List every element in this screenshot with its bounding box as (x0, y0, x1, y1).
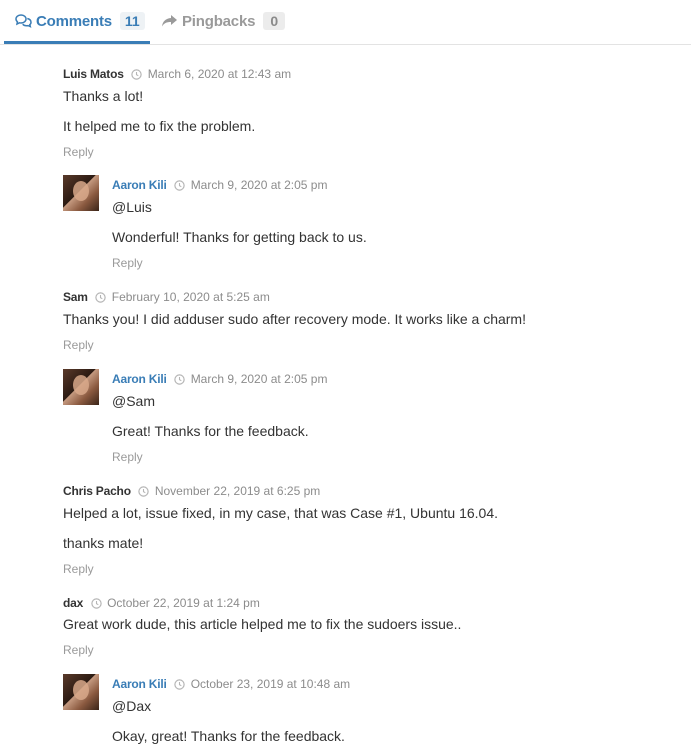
tab-pingbacks-label: Pingbacks (182, 12, 256, 30)
clock-icon (131, 68, 143, 80)
comment-meta: Aaron Kili March 9, 2020 at 2:05 pm (112, 177, 672, 193)
comment-meta: Aaron Kili March 9, 2020 at 2:05 pm (112, 371, 672, 387)
clock-icon (174, 678, 186, 690)
comment-date[interactable]: February 10, 2020 at 5:25 am (112, 290, 270, 304)
comment-date[interactable]: October 22, 2019 at 1:24 pm (107, 596, 260, 610)
comment-text: Thanks you! I did adduser sudo after rec… (63, 311, 526, 327)
comment-text: @Dax (112, 698, 152, 714)
comment-item: dax October 22, 2019 at 1:24 pm Great wo… (63, 595, 461, 657)
pingbacks-count-badge: 0 (263, 12, 286, 30)
comment-date[interactable]: November 22, 2019 at 6:25 pm (155, 484, 320, 498)
comment-text: @Sam (112, 393, 155, 409)
comment-meta: Luis Matos March 6, 2020 at 12:43 am (63, 66, 291, 82)
clock-icon (90, 597, 102, 609)
comment-item: Sam February 10, 2020 at 5:25 am Thanks … (63, 289, 526, 352)
comment-text: Wonderful! Thanks for getting back to us… (112, 229, 367, 245)
tab-pingbacks[interactable]: Pingbacks 0 (160, 8, 286, 34)
tab-comments-label: Comments (36, 12, 112, 30)
comment-author[interactable]: Aaron Kili (112, 677, 167, 691)
comment-text: thanks mate! (63, 535, 144, 551)
comment-date[interactable]: March 9, 2020 at 2:05 pm (191, 372, 328, 386)
share-arrow-icon (160, 13, 178, 29)
comment-text: Okay, great! Thanks for the feedback. (112, 728, 345, 744)
clock-icon (138, 485, 150, 497)
comment-date[interactable]: March 9, 2020 at 2:05 pm (191, 178, 328, 192)
comment-author[interactable]: dax (63, 596, 83, 610)
comment-meta: Aaron Kili October 23, 2019 at 10:48 am (112, 676, 672, 692)
reply-link[interactable]: Reply (112, 256, 143, 270)
clock-icon (174, 179, 186, 191)
comment-tabs: Comments 11 Pingbacks 0 (0, 0, 691, 45)
comment-author[interactable]: Sam (63, 290, 88, 304)
comment-text: Great work dude, this article helped me … (63, 616, 462, 632)
avatar[interactable] (63, 369, 99, 405)
comment-meta: dax October 22, 2019 at 1:24 pm (63, 595, 260, 611)
comment-meta: Sam February 10, 2020 at 5:25 am (63, 289, 270, 305)
comment-text: Thanks a lot! (63, 88, 144, 104)
avatar[interactable] (63, 175, 99, 211)
comment-date[interactable]: March 6, 2020 at 12:43 am (148, 67, 291, 81)
comment-text: Great! Thanks for the feedback. (112, 423, 309, 439)
reply-link[interactable]: Reply (63, 338, 94, 352)
comment-text: Helped a lot, issue fixed, in my case, t… (63, 505, 499, 521)
comment-item: Chris Pacho November 22, 2019 at 6:25 pm… (63, 483, 498, 576)
comments-icon (14, 13, 32, 29)
comment-date[interactable]: October 23, 2019 at 10:48 am (191, 677, 350, 691)
comment-meta: Chris Pacho November 22, 2019 at 6:25 pm (63, 483, 320, 499)
comments-count-badge: 11 (119, 12, 145, 30)
active-tab-indicator (4, 41, 150, 44)
comment-item: Luis Matos March 6, 2020 at 12:43 am Tha… (63, 66, 291, 159)
clock-icon (95, 291, 107, 303)
tab-comments[interactable]: Comments 11 (14, 8, 145, 34)
comment-text: @Luis (112, 199, 152, 215)
reply-link[interactable]: Reply (112, 450, 143, 464)
reply-link[interactable]: Reply (63, 562, 94, 576)
reply-link[interactable]: Reply (63, 145, 94, 159)
comment-text: It helped me to fix the problem. (63, 118, 256, 134)
reply-link[interactable]: Reply (63, 643, 94, 657)
comment-author[interactable]: Chris Pacho (63, 484, 131, 498)
comment-author[interactable]: Luis Matos (63, 67, 124, 81)
avatar[interactable] (63, 674, 99, 710)
clock-icon (174, 373, 186, 385)
comment-author[interactable]: Aaron Kili (112, 178, 167, 192)
comment-author[interactable]: Aaron Kili (112, 372, 167, 386)
